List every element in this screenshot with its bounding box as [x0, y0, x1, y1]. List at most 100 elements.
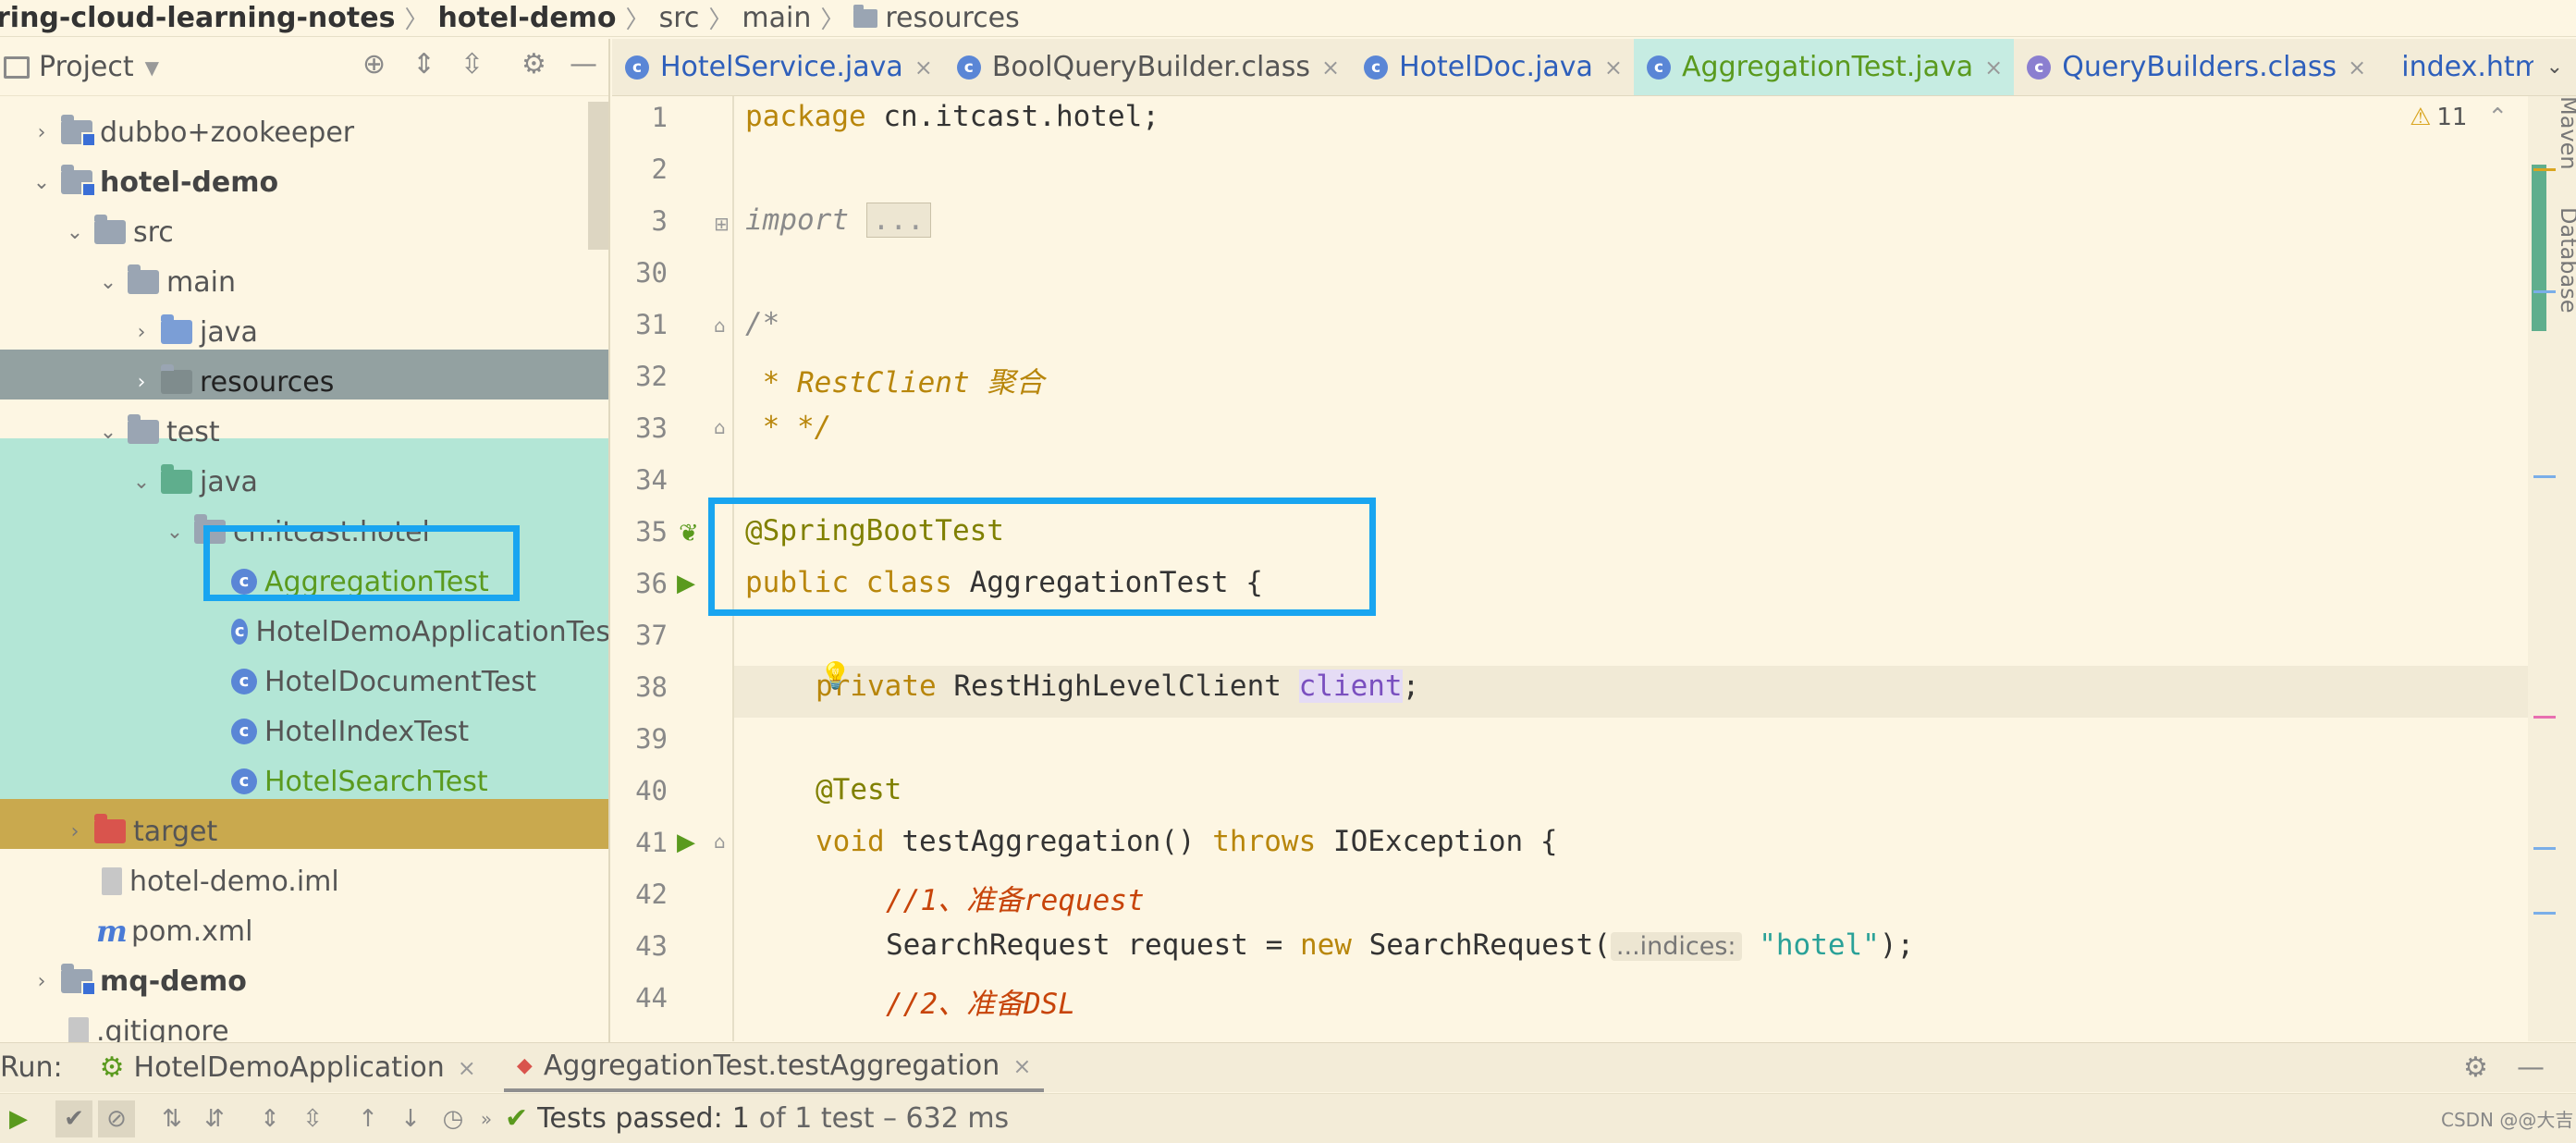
- chevron-up-icon[interactable]: ⌃: [2487, 104, 2508, 131]
- chevron-down-icon[interactable]: ⌄: [161, 521, 189, 544]
- info-marker[interactable]: [2533, 912, 2556, 915]
- line-number: 37: [635, 620, 668, 651]
- close-icon[interactable]: ×: [1984, 55, 2003, 80]
- close-icon[interactable]: ×: [1604, 55, 1623, 80]
- chevron-down-icon[interactable]: ⌄: [128, 471, 155, 494]
- chevron-right-icon[interactable]: ›: [128, 371, 155, 394]
- close-icon[interactable]: ×: [458, 1055, 476, 1081]
- code-area[interactable]: package cn.itcast.hotel; import ... /* *…: [708, 96, 2548, 1041]
- expand-all-icon[interactable]: ⇕: [412, 48, 435, 80]
- chevron-right-icon[interactable]: ›: [128, 321, 155, 344]
- tree-item-mq-demo[interactable]: › mq-demo: [0, 956, 608, 1006]
- arrow-up-icon[interactable]: ↑: [350, 1100, 386, 1137]
- minimize-icon[interactable]: —: [570, 48, 597, 80]
- lightbulb-icon[interactable]: 💡: [819, 660, 852, 691]
- tab-boolquerybuilder[interactable]: c BoolQueryBuilder.class ×: [944, 39, 1351, 95]
- caret-down-icon[interactable]: ▼: [145, 56, 159, 79]
- code-line-3: import ...: [745, 203, 931, 238]
- run-test-icon[interactable]: ▶: [677, 829, 695, 856]
- database-tool-button[interactable]: Database: [2556, 207, 2576, 313]
- tree-item-iml[interactable]: hotel-demo.iml: [0, 856, 608, 906]
- line-number: 41: [635, 827, 668, 858]
- arrow-down-icon[interactable]: ↓: [392, 1100, 429, 1137]
- code-line-31: /*: [745, 307, 780, 340]
- expand-all-icon[interactable]: ⇕: [251, 1100, 288, 1137]
- fold-icon[interactable]: ⌂: [714, 314, 726, 337]
- folded-imports[interactable]: ...: [865, 203, 931, 238]
- run-tab-aggregationtest[interactable]: ◆ AggregationTest.testAggregation ×: [503, 1043, 1045, 1092]
- tree-item-hotelsearchtest[interactable]: c HotelSearchTest: [0, 756, 608, 806]
- minimize-icon[interactable]: —: [2517, 1051, 2545, 1084]
- tab-hoteldoc[interactable]: c HotelDoc.java ×: [1351, 39, 1634, 95]
- chevron-down-icon[interactable]: ⌄: [61, 221, 89, 244]
- tab-aggregationtest[interactable]: c AggregationTest.java ×: [1634, 39, 2015, 95]
- tree-item-test[interactable]: ⌄ test: [0, 407, 608, 457]
- test-folder-icon: [161, 464, 192, 494]
- error-marker[interactable]: [2533, 716, 2556, 719]
- more-icon[interactable]: »: [477, 1100, 496, 1137]
- tree-item-gitignore[interactable]: .gitignore: [0, 1006, 608, 1042]
- warning-marker[interactable]: [2533, 168, 2556, 171]
- tree-item-hoteldemoapplicationtest[interactable]: c HotelDemoApplicationTes: [0, 607, 608, 657]
- tree-item-main-java[interactable]: › java: [0, 307, 608, 357]
- check-icon[interactable]: ✔: [55, 1100, 92, 1137]
- close-icon[interactable]: ×: [914, 55, 933, 80]
- gear-icon[interactable]: ⚙: [521, 48, 546, 80]
- tree-item-target[interactable]: › target: [0, 806, 608, 856]
- close-icon[interactable]: ×: [1012, 1053, 1031, 1079]
- tree-item-resources[interactable]: › resources: [0, 357, 608, 407]
- breadcrumb-item[interactable]: resources: [885, 2, 1019, 34]
- run-tab-hoteldemoapplication[interactable]: HotelDemoApplication: [134, 1051, 445, 1084]
- sort-duration-icon[interactable]: ⇵: [196, 1100, 233, 1137]
- info-marker[interactable]: [2533, 475, 2556, 478]
- code-editor[interactable]: 1 2 3 30 31 32 33 34 35 36 37 38 39 40 4…: [612, 96, 2576, 1041]
- collapse-all-icon[interactable]: ⇳: [294, 1100, 331, 1137]
- chevron-right-icon[interactable]: ›: [28, 970, 55, 993]
- fold-icon[interactable]: ⌂: [714, 830, 726, 853]
- project-title[interactable]: Project: [39, 51, 134, 83]
- sort-icon[interactable]: ⇅: [153, 1100, 190, 1137]
- locate-icon[interactable]: ⊕: [362, 48, 386, 80]
- tab-hotelservice[interactable]: c HotelService.java ×: [612, 39, 944, 95]
- scroll-thumb[interactable]: [2532, 165, 2546, 331]
- tab-querybuilders[interactable]: c QueryBuilders.class ×: [2014, 39, 2377, 95]
- clock-icon[interactable]: ◷: [435, 1100, 472, 1137]
- maven-tool-button[interactable]: Maven: [2556, 96, 2576, 170]
- fold-icon[interactable]: ⌂: [714, 416, 726, 438]
- rerun-icon[interactable]: ▶: [0, 1100, 37, 1137]
- breadcrumb-item[interactable]: src: [659, 2, 700, 34]
- tree-item-hotelindextest[interactable]: c HotelIndexTest: [0, 707, 608, 756]
- tree-item-src[interactable]: ⌄ src: [0, 207, 608, 257]
- code-line-42: //1、准备request: [886, 884, 1145, 917]
- chevron-down-icon[interactable]: ⌄: [28, 171, 55, 194]
- breadcrumb-item[interactable]: ring-cloud-learning-notes: [0, 2, 395, 34]
- close-icon[interactable]: ×: [2348, 55, 2366, 80]
- tree-item-main[interactable]: ⌄ main: [0, 257, 608, 307]
- tree-item-hoteldocumenttest[interactable]: c HotelDocumentTest: [0, 657, 608, 707]
- ignored-filter-icon[interactable]: ⊘: [98, 1100, 135, 1137]
- breadcrumb-item[interactable]: hotel-demo: [437, 2, 616, 34]
- chevron-right-icon[interactable]: ›: [61, 820, 89, 843]
- info-marker[interactable]: [2533, 290, 2556, 293]
- tree-item-test-java[interactable]: ⌄ java: [0, 457, 608, 507]
- collapse-all-icon[interactable]: ⇳: [460, 48, 484, 80]
- java-class-icon: c: [956, 55, 981, 80]
- chevron-down-icon[interactable]: ⌄: [94, 421, 122, 444]
- tabs-dropdown-icon[interactable]: ⌄: [2533, 39, 2576, 95]
- gear-icon[interactable]: ⚙: [2463, 1051, 2488, 1084]
- chevron-right-icon[interactable]: ›: [28, 121, 55, 144]
- tab-index-html[interactable]: index.htm: [2377, 39, 2533, 95]
- chevron-right-icon: 〉: [404, 6, 429, 34]
- close-icon[interactable]: ×: [1321, 55, 1340, 80]
- tree-item-hotel-demo[interactable]: ⌄ hotel-demo: [0, 157, 608, 207]
- fold-plus-icon[interactable]: ⊞: [714, 213, 730, 235]
- tree-item-dubbo[interactable]: › dubbo+zookeeper: [0, 107, 608, 157]
- run-test-icon[interactable]: ▶: [677, 570, 695, 597]
- folder-icon: [94, 215, 126, 244]
- watermark: CSDN @@大吉: [2441, 1109, 2574, 1131]
- spring-leaf-icon[interactable]: ❦: [679, 520, 699, 547]
- tree-item-pom[interactable]: m pom.xml: [0, 906, 608, 956]
- breadcrumb-item[interactable]: main: [742, 2, 811, 34]
- info-marker[interactable]: [2533, 847, 2556, 850]
- chevron-down-icon[interactable]: ⌄: [94, 271, 122, 294]
